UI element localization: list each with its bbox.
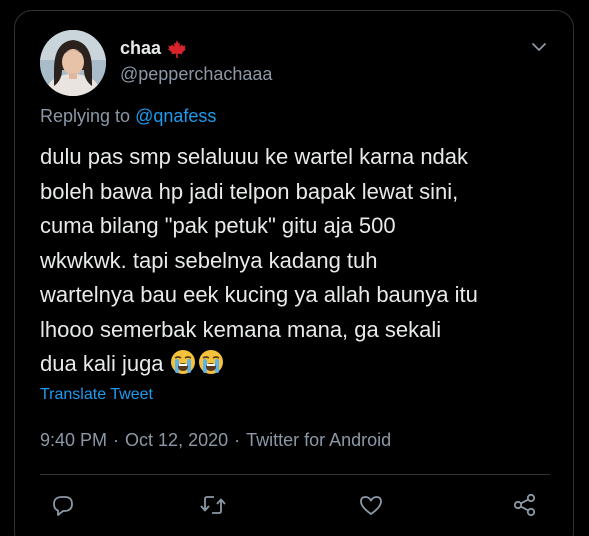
maple-leaf-icon <box>167 39 187 59</box>
divider <box>40 474 550 475</box>
share-button[interactable] <box>510 492 540 522</box>
loudly-crying-face-icon <box>170 349 196 375</box>
share-icon <box>512 492 538 523</box>
retweet-icon <box>199 492 227 523</box>
tweet-source[interactable]: Twitter for Android <box>246 430 391 450</box>
tweet-text-line: wartelnya bau eek kucing ya allah baunya… <box>40 282 478 307</box>
tweet-text: dulu pas smp selaluuu ke wartel karna nd… <box>40 140 545 382</box>
replying-to-label: Replying to <box>40 106 131 126</box>
tweet-text-line: boleh bawa hp jadi telpon bapak lewat si… <box>40 178 459 204</box>
tweet-text-line: lhooo semerbak kemana mana, ga sekali <box>40 316 442 342</box>
avatar-image <box>40 30 106 96</box>
like-icon <box>358 492 384 523</box>
loudly-crying-face-icon <box>198 349 224 375</box>
replying-to: Replying to @qnafess <box>40 106 216 127</box>
tweet-text-line: cuma bilang "pak petuk" gitu aja 500 <box>40 213 396 238</box>
tweet-date[interactable]: Oct 12, 2020 <box>125 430 228 450</box>
display-name[interactable]: chaa <box>120 38 161 59</box>
tweet-meta: 9:40 PM · Oct 12, 2020 · Twitter for Android <box>40 430 391 451</box>
meta-separator: · <box>113 430 120 450</box>
tweet-text-line: dua kali juga <box>40 351 164 376</box>
avatar[interactable] <box>40 30 106 96</box>
reply-icon <box>50 492 76 523</box>
meta-separator: · <box>234 430 241 450</box>
replying-to-mention[interactable]: @qnafess <box>135 106 216 126</box>
translate-tweet-link[interactable]: Translate Tweet <box>40 386 153 404</box>
tweet-actions <box>40 492 550 526</box>
like-button[interactable] <box>356 492 386 522</box>
author-name-row[interactable]: chaa <box>120 38 187 59</box>
reply-button[interactable] <box>48 492 78 522</box>
tweet-text-line-last: dua kali juga <box>40 347 545 382</box>
tweet-text-line: dulu pas smp selaluuu ke wartel karna nd… <box>40 144 469 169</box>
tweet-time[interactable]: 9:40 PM <box>40 430 107 450</box>
chevron-down-icon[interactable] <box>528 36 550 58</box>
retweet-button[interactable] <box>198 492 228 522</box>
tweet-text-line: wkwkwk. tapi sebelnya kadang tuh <box>40 247 378 273</box>
author-handle[interactable]: @pepperchachaaa <box>120 64 272 85</box>
